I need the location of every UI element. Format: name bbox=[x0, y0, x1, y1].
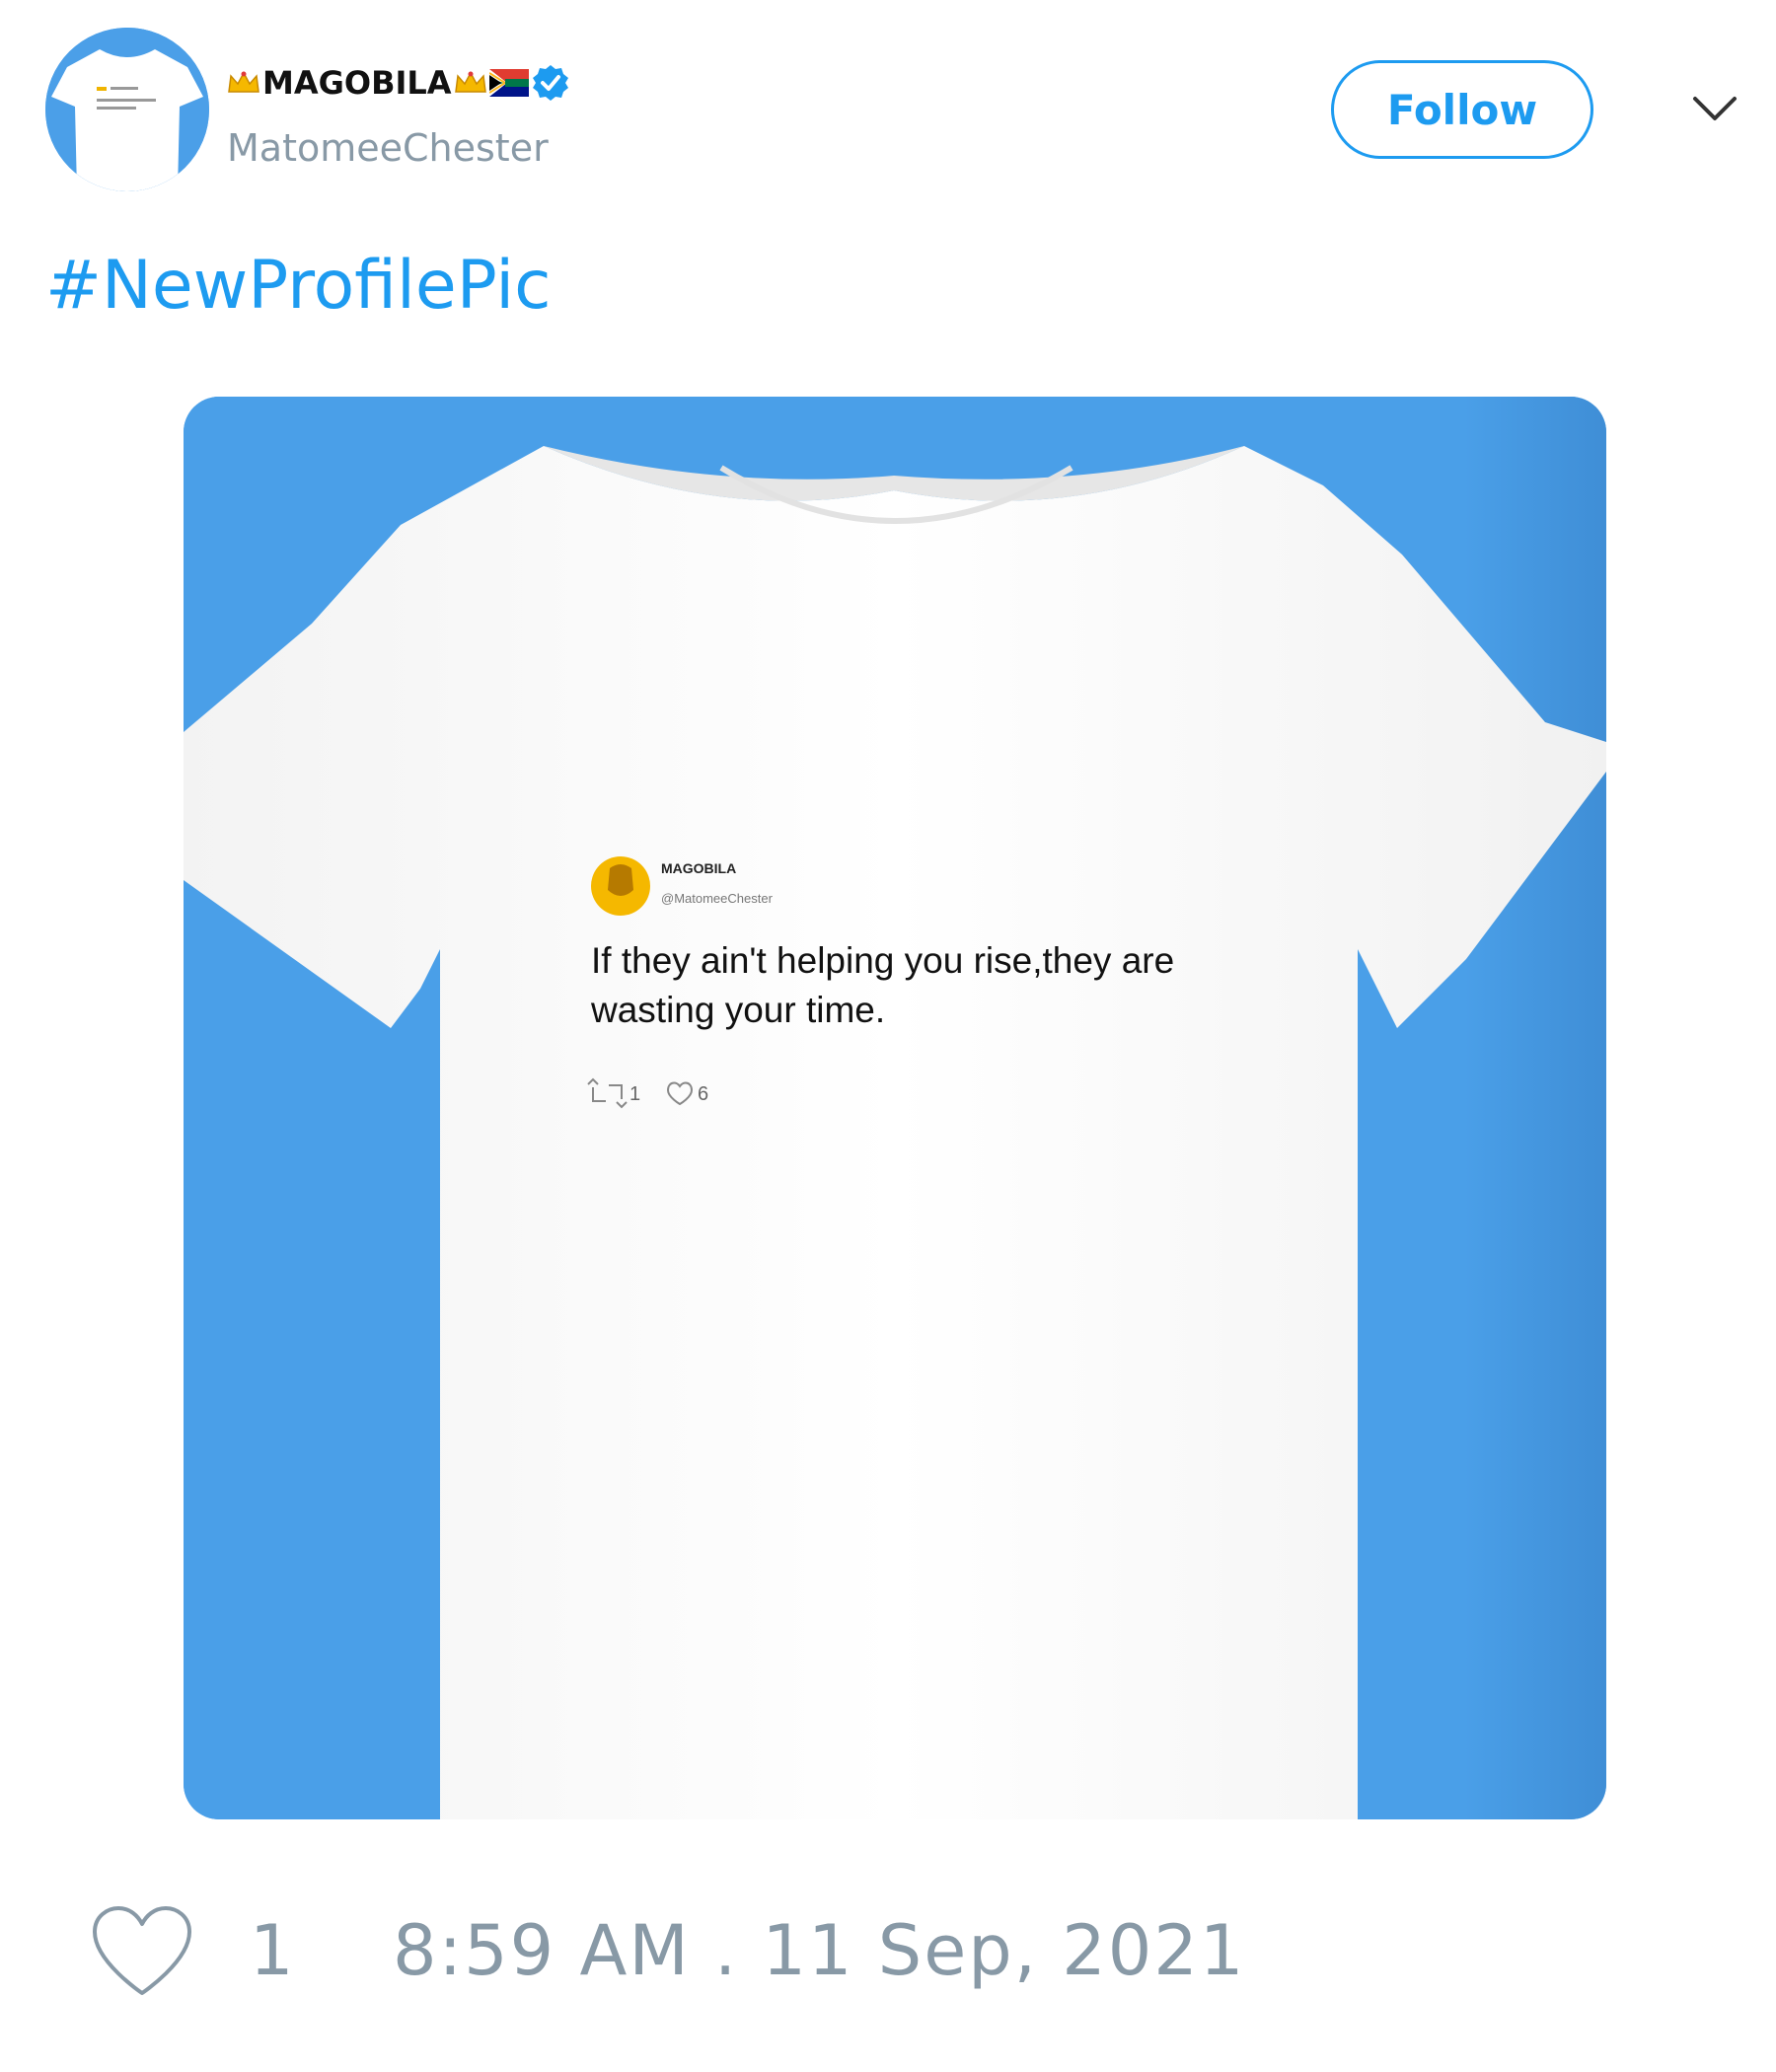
author-handle[interactable]: MatomeeChester bbox=[227, 126, 549, 170]
printed-like-count: 6 bbox=[698, 1083, 708, 1105]
white-tshirt-photo: MAGOBILA @MatomeeChester If they ain't h… bbox=[184, 397, 1606, 1819]
crown-emoji-icon bbox=[227, 70, 260, 96]
tweet-media[interactable]: MAGOBILA @MatomeeChester If they ain't h… bbox=[184, 397, 1606, 1819]
tweet-footer: 1 8:59 AM . 11 Sep, 2021 bbox=[0, 1875, 1776, 2013]
hashtag-link[interactable]: #NewProfilePic bbox=[45, 247, 552, 325]
author-display-name: MAGOBILA bbox=[262, 64, 452, 102]
printed-name: MAGOBILA bbox=[661, 860, 736, 876]
tweet-timestamp[interactable]: 8:59 AM . 11 Sep, 2021 bbox=[393, 1910, 1245, 1991]
more-options-button[interactable] bbox=[1689, 89, 1740, 128]
heart-icon bbox=[93, 1906, 191, 1995]
verified-badge-icon bbox=[531, 63, 570, 103]
printed-retweet-count: 1 bbox=[629, 1083, 640, 1105]
crown-emoji-icon bbox=[454, 70, 487, 96]
like-count: 1 bbox=[250, 1910, 294, 1991]
like-button[interactable] bbox=[89, 1904, 195, 1999]
follow-button[interactable]: Follow bbox=[1331, 60, 1593, 159]
printed-text-line-2: wasting your time. bbox=[590, 990, 885, 1030]
author-name-row[interactable]: MAGOBILA bbox=[227, 57, 570, 109]
south-africa-flag-icon bbox=[488, 69, 529, 97]
author-avatar[interactable] bbox=[45, 28, 209, 191]
printed-text-line-1: If they ain't helping you rise,they are bbox=[591, 940, 1174, 981]
printed-handle: @MatomeeChester bbox=[661, 891, 774, 906]
tshirt-avatar-icon bbox=[45, 28, 209, 191]
chevron-down-icon bbox=[1693, 97, 1737, 120]
tweet-header: MAGOBILA MatomeeChester Follow bbox=[0, 0, 1776, 217]
